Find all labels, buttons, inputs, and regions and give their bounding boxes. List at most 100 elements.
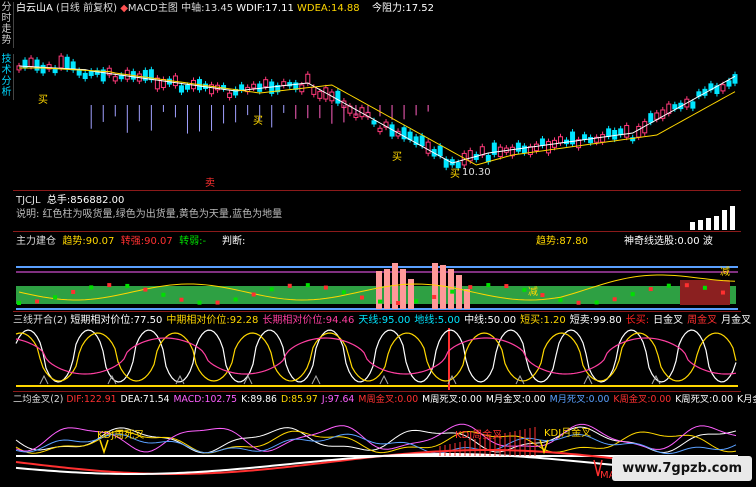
total-value: 856882.00 bbox=[70, 195, 125, 206]
price-pane bbox=[16, 53, 738, 171]
indicator-value: K周死叉:0.00 bbox=[675, 394, 733, 405]
ma-line bbox=[18, 65, 736, 164]
pane-divider bbox=[13, 231, 741, 232]
indicator-number: 5.00 bbox=[437, 315, 461, 326]
indicator-value: MACD:102.75 bbox=[174, 394, 238, 405]
kdj-month-gold-label: KDJ月金叉 bbox=[544, 428, 592, 439]
indicator-value: 日金叉 bbox=[653, 315, 683, 326]
sanxian-title: 三线开合(2) bbox=[13, 315, 68, 326]
indicator-number: 95.00 bbox=[381, 315, 411, 326]
indicator-label: M月死叉: bbox=[549, 394, 589, 405]
candle-body bbox=[281, 81, 287, 86]
shenqi-label: 神奇线选股: bbox=[624, 236, 678, 247]
indicator-number: 85.97 bbox=[291, 394, 318, 405]
signal-dot bbox=[522, 287, 527, 292]
signal-dot bbox=[53, 295, 58, 300]
accum-bar bbox=[400, 269, 406, 309]
indicator-label: MACD: bbox=[173, 394, 205, 405]
judge-label: 判断: bbox=[222, 236, 246, 247]
candle-body bbox=[726, 80, 732, 87]
indicator-number: 89.86 bbox=[250, 394, 277, 405]
indicator-label: 长期相对价位: bbox=[262, 315, 326, 326]
signal-dot bbox=[17, 301, 22, 305]
sanxian-pane bbox=[15, 328, 738, 390]
candle-body bbox=[467, 150, 473, 162]
candle-body bbox=[558, 136, 564, 144]
volume-bar bbox=[698, 220, 703, 230]
signal-dot bbox=[197, 300, 202, 305]
indicator-label: DEA: bbox=[120, 394, 143, 405]
turn-weak-label: 转弱: bbox=[179, 236, 203, 247]
signal-dot bbox=[179, 297, 184, 302]
indicator-label: 日金叉 bbox=[653, 315, 684, 326]
erjin-values: DIF:122.91 DEA:71.54 MACD:102.75 K:89.86 D:8… bbox=[66, 394, 756, 405]
candle-body bbox=[648, 113, 654, 123]
trend2-value: 87.80 bbox=[559, 236, 589, 247]
indicator-label: 短期相对价位: bbox=[70, 315, 134, 326]
indicator-label: K月金叉: bbox=[737, 394, 756, 405]
accum-bar bbox=[432, 263, 438, 309]
oscillator-line bbox=[15, 337, 737, 375]
volume-pane bbox=[690, 206, 735, 230]
candle-body bbox=[455, 162, 461, 169]
erjin-title: 二均金叉(2) bbox=[13, 394, 64, 405]
indicator-label: K周金叉: bbox=[613, 394, 651, 405]
signal-dot bbox=[251, 292, 256, 297]
candle-body bbox=[34, 59, 40, 71]
indicator-number: 0.00 bbox=[524, 394, 546, 405]
indicator-value: M周金叉:0.00 bbox=[358, 394, 418, 405]
tjcl-header: TJCJL 总手:856882.00 bbox=[16, 195, 124, 207]
candle-body bbox=[606, 128, 612, 137]
shenqi-value: 0.00 bbox=[677, 236, 700, 247]
signal-dot bbox=[378, 299, 383, 304]
volume-bar bbox=[714, 216, 719, 230]
turn-weak-value: - bbox=[202, 236, 207, 247]
candle-body bbox=[335, 90, 341, 104]
signal-dot bbox=[486, 283, 491, 288]
candle-body bbox=[672, 104, 678, 110]
indicator-label: DIF: bbox=[66, 394, 84, 405]
indicator-label: 天线: bbox=[358, 315, 382, 326]
signal-dot bbox=[558, 297, 563, 302]
candle-body bbox=[371, 120, 377, 125]
sanxian-header: 三线开合(2) 短期相对价位:77.50 中期相对价位:92.28 长期相对价位:9… bbox=[13, 315, 755, 327]
indicator-number: 94.46 bbox=[325, 315, 355, 326]
bo-label: 波 bbox=[702, 236, 713, 247]
buy-signal: 买 bbox=[253, 116, 263, 127]
candle-body bbox=[570, 131, 576, 145]
signal-dot bbox=[89, 285, 94, 290]
candle-body bbox=[618, 128, 624, 136]
signal-dot bbox=[576, 300, 581, 305]
candle-body bbox=[178, 85, 184, 93]
volume-bar bbox=[690, 222, 695, 230]
candle-body bbox=[636, 125, 642, 138]
indicator-label: 短卖: bbox=[569, 315, 594, 326]
candle-body bbox=[624, 125, 630, 138]
signal-dot bbox=[684, 283, 689, 288]
indicator-number: 0.00 bbox=[461, 394, 482, 405]
indicator-label: 短买: bbox=[520, 315, 544, 326]
indicator-number: 102.75 bbox=[204, 394, 238, 405]
triangle-mark bbox=[39, 374, 49, 385]
indicator-value: 长买: bbox=[626, 315, 649, 326]
candle-body bbox=[64, 56, 70, 70]
candle-body bbox=[515, 142, 521, 152]
indicator-label: K: bbox=[241, 394, 251, 405]
indicator-label: D: bbox=[280, 394, 292, 405]
indicator-value: K:89.86 bbox=[241, 394, 277, 405]
candle-body bbox=[76, 70, 82, 76]
indicator-value: 中期相对价位:92.28 bbox=[166, 315, 258, 326]
triangle-mark bbox=[243, 374, 253, 385]
indicator-number: 0.00 bbox=[650, 394, 672, 405]
candle-body bbox=[227, 92, 233, 98]
trend2-readout: 趋势:87.80 bbox=[536, 236, 588, 248]
signal-dot bbox=[359, 295, 364, 300]
pane-divider bbox=[13, 391, 741, 392]
signal-dot bbox=[540, 293, 545, 298]
indicator-label: 周金叉 bbox=[687, 315, 718, 326]
reduce-mark: 减 bbox=[528, 287, 538, 298]
accum-bar bbox=[384, 269, 390, 309]
signal-dot bbox=[323, 285, 328, 290]
candle-body bbox=[533, 143, 539, 152]
indicator-value: 短期相对价位:77.50 bbox=[70, 315, 162, 326]
